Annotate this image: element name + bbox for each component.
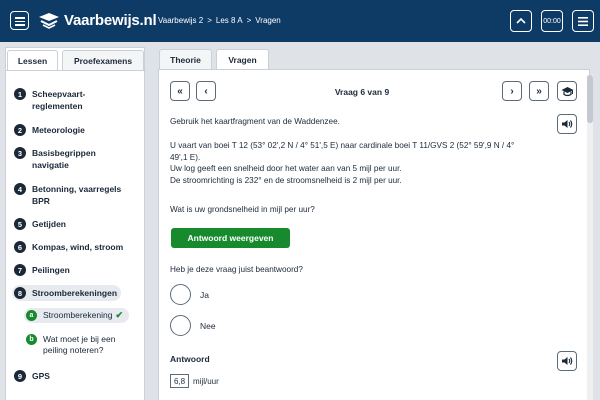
collapse-button[interactable] bbox=[510, 10, 532, 32]
menu-icon[interactable] bbox=[10, 11, 29, 30]
radio-button[interactable] bbox=[170, 315, 191, 336]
hamburger-icon bbox=[578, 16, 588, 26]
question-intro: Gebruik het kaartfragment van de Waddenz… bbox=[170, 117, 340, 126]
sidebar-item-lesson-9[interactable]: 9 GPS bbox=[14, 370, 50, 382]
audio-answer-button[interactable] bbox=[557, 351, 577, 371]
self-check-question: Heb je deze vraag juist beantwoord? bbox=[170, 265, 303, 274]
lesson-number: 7 bbox=[14, 264, 26, 276]
lesson-label: GPS bbox=[32, 371, 50, 381]
lesson-label: Stroomberekeningen bbox=[32, 288, 118, 298]
chevron-up-icon bbox=[516, 17, 526, 24]
sublesson-label: Stroomberekening bbox=[43, 310, 113, 320]
question-line: 49',1 E). bbox=[170, 152, 201, 162]
lesson-number: 3 bbox=[14, 147, 26, 159]
main-content: Theorie Vragen « ‹ Vraag 6 van 9 › » Geb… bbox=[158, 47, 590, 400]
lesson-label: Peilingen bbox=[32, 265, 70, 275]
breadcrumb-item[interactable]: Les 8 A bbox=[216, 16, 243, 25]
breadcrumb: Vaarbewijs 2 > Les 8 A > Vragen bbox=[158, 16, 281, 25]
top-bar: Vaarbewijs.nl Vaarbewijs 2 > Les 8 A > V… bbox=[0, 0, 600, 42]
lesson-number: 8 bbox=[14, 287, 26, 299]
audio-question-button[interactable] bbox=[557, 114, 577, 134]
tab-lessen[interactable]: Lessen bbox=[7, 50, 58, 71]
sidebar: Lessen Proefexamens 1 Scheepvaart-reglem… bbox=[5, 47, 146, 400]
question-text: U vaart van boei T 12 (53° 02',2 N / 4° … bbox=[170, 140, 514, 186]
sidebar-item-lesson-2[interactable]: 2 Meteorologie bbox=[14, 124, 85, 136]
double-chevron-right-icon: » bbox=[536, 85, 542, 97]
sidebar-subitem-b[interactable]: b Wat moet je bij een peiling noteren? bbox=[26, 334, 115, 356]
chevron-right-icon: > bbox=[246, 16, 252, 25]
graduation-cap-icon bbox=[561, 86, 573, 96]
sidebar-item-lesson-4[interactable]: 4 Betonning, vaarregels BPR bbox=[14, 183, 121, 207]
lesson-label: Meteorologie bbox=[32, 125, 85, 135]
breadcrumb-item: Vragen bbox=[255, 16, 281, 25]
tab-theorie[interactable]: Theorie bbox=[159, 49, 212, 69]
sidebar-item-lesson-3[interactable]: 3 Basisbegrippen navigatie bbox=[14, 147, 96, 171]
exam-mode-button[interactable] bbox=[557, 81, 577, 101]
sidebar-item-lesson-1[interactable]: 1 Scheepvaart-reglementen bbox=[14, 88, 85, 112]
lesson-number: 2 bbox=[14, 124, 26, 136]
lesson-number: 9 bbox=[14, 370, 26, 382]
last-question-button[interactable]: » bbox=[529, 81, 549, 101]
lesson-label: Kompas, wind, stroom bbox=[32, 242, 124, 252]
logo-text: Vaarbewijs.nl bbox=[64, 11, 157, 29]
lesson-label: Betonning, vaarregels BPR bbox=[32, 184, 122, 206]
radio-button[interactable] bbox=[170, 284, 191, 305]
question-line: U vaart van boei T 12 (53° 02',2 N / 4° … bbox=[170, 141, 515, 150]
sublesson-letter: a bbox=[26, 310, 37, 321]
question-panel: « ‹ Vraag 6 van 9 › » Gebruik het kaartf… bbox=[158, 69, 590, 400]
chevron-right-icon: > bbox=[207, 16, 212, 25]
answer-unit: mijl/uur bbox=[193, 376, 219, 386]
logo[interactable]: Vaarbewijs.nl bbox=[38, 10, 157, 30]
lesson-number: 5 bbox=[14, 218, 26, 230]
speaker-icon bbox=[562, 120, 573, 128]
sidebar-item-lesson-7[interactable]: 7 Peilingen bbox=[14, 264, 70, 276]
sublesson-label: Wat moet je bij een peiling noteren? bbox=[43, 334, 116, 355]
sidebar-item-lesson-5[interactable]: 5 Getijden bbox=[14, 218, 66, 230]
answer-heading: Antwoord bbox=[170, 354, 210, 364]
chevron-right-icon: › bbox=[510, 85, 514, 97]
tab-vragen[interactable]: Vragen bbox=[216, 49, 269, 70]
option-nee[interactable]: Nee bbox=[170, 315, 216, 336]
next-question-button[interactable]: › bbox=[502, 81, 522, 101]
question-prompt: Wat is uw grondsnelheid in mijl per uur? bbox=[170, 205, 315, 214]
logo-icon bbox=[39, 13, 59, 29]
sidebar-subitem-a[interactable]: a Stroomberekening ✔ bbox=[24, 308, 130, 323]
sublesson-letter: b bbox=[26, 334, 37, 345]
answer-value: 6,8 bbox=[170, 374, 189, 388]
option-ja[interactable]: Ja bbox=[170, 284, 209, 305]
question-line: Uw log geeft een snelheid door het water… bbox=[170, 164, 402, 173]
breadcrumb-item[interactable]: Vaarbewijs 2 bbox=[158, 16, 203, 25]
tab-proefexamens[interactable]: Proefexamens bbox=[62, 50, 144, 70]
option-label: Nee bbox=[200, 320, 216, 331]
main-menu-button[interactable] bbox=[572, 10, 594, 32]
question-line: De stroomrichting is 232° en de stroomsn… bbox=[170, 175, 402, 185]
show-answer-button[interactable]: Antwoord weergeven bbox=[171, 228, 290, 248]
sidebar-item-lesson-6[interactable]: 6 Kompas, wind, stroom bbox=[14, 241, 123, 253]
lesson-label: Scheepvaart-reglementen bbox=[32, 89, 86, 111]
scrollbar[interactable] bbox=[587, 75, 593, 400]
lesson-label: Basisbegrippen navigatie bbox=[32, 148, 96, 170]
sidebar-tabs: Lessen Proefexamens bbox=[6, 48, 146, 71]
sidebar-item-lesson-8[interactable]: 8 Stroomberekeningen bbox=[12, 285, 122, 301]
speaker-icon bbox=[562, 357, 573, 365]
lesson-number: 6 bbox=[14, 241, 26, 253]
scrollbar-thumb[interactable] bbox=[587, 75, 593, 123]
lesson-label: Getijden bbox=[32, 219, 67, 229]
checkmark-icon: ✔ bbox=[115, 310, 124, 320]
timer-button[interactable]: 00:00 bbox=[541, 10, 563, 32]
option-label: Ja bbox=[200, 289, 209, 300]
lesson-number: 1 bbox=[14, 88, 26, 100]
timer-label: 00:00 bbox=[543, 17, 561, 25]
tab-divider bbox=[6, 70, 146, 71]
lesson-number: 4 bbox=[14, 183, 26, 195]
answer-value-row: 6,8 mijl/uur bbox=[170, 374, 219, 388]
